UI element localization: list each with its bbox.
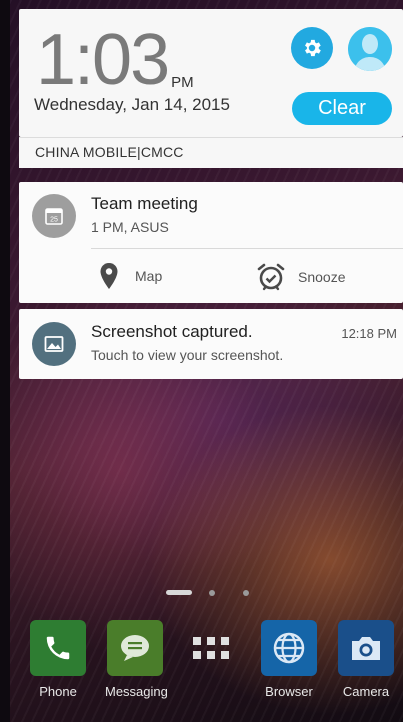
notification-team-meeting[interactable]: 25 Team meeting 1 PM, ASUS Map Snooze <box>19 182 403 303</box>
globe-icon <box>261 620 317 676</box>
snooze-action-button[interactable]: Snooze <box>256 262 345 292</box>
clock-ampm: PM <box>171 74 194 91</box>
user-icon <box>348 27 392 71</box>
page-indicator-current <box>166 590 192 595</box>
carrier-label: CHINA MOBILE|CMCC <box>35 144 184 160</box>
notification-title: Screenshot captured. <box>91 322 253 341</box>
camera-icon <box>338 620 394 676</box>
clock-time: 1:03 <box>36 20 170 100</box>
dock-app-browser[interactable]: Browser <box>259 620 319 699</box>
dock-label: Phone <box>39 684 77 699</box>
dock-app-camera[interactable]: Camera <box>336 620 396 699</box>
dock-label: Camera <box>342 684 390 699</box>
phone-icon <box>30 620 86 676</box>
screen-edge <box>0 0 10 722</box>
settings-button[interactable] <box>291 27 333 69</box>
all-apps-button[interactable] <box>193 637 231 661</box>
map-action-button[interactable]: Map <box>99 262 162 290</box>
calendar-day: 25 <box>50 217 58 224</box>
map-pin-icon <box>100 263 118 289</box>
notification-subtitle: 1 PM, ASUS <box>91 219 169 235</box>
notification-screenshot[interactable]: Screenshot captured. Touch to view your … <box>19 309 403 379</box>
page-indicator-dot <box>243 590 249 596</box>
dock-label: Messaging <box>105 684 168 699</box>
calendar-icon: 25 <box>32 194 76 238</box>
carrier-bar: CHINA MOBILE|CMCC <box>19 137 403 168</box>
map-action-label: Map <box>135 268 163 284</box>
notification-subtitle: Touch to view your screenshot. <box>91 347 284 363</box>
alarm-clock-icon <box>257 263 285 291</box>
dock-app-messaging[interactable]: Messaging <box>105 620 168 699</box>
divider <box>91 248 403 249</box>
snooze-action-label: Snooze <box>298 269 346 285</box>
clock: 1:03 PM <box>36 20 194 100</box>
user-avatar-button[interactable] <box>348 27 392 71</box>
gear-icon <box>305 39 321 57</box>
notification-time: 12:18 PM <box>341 326 397 341</box>
dock-label: Browser <box>265 684 313 699</box>
page-indicator-dot <box>209 590 215 596</box>
quick-settings-header: 1:03 PM Wednesday, Jan 14, 2015 Clear <box>19 9 403 137</box>
notification-title: Team meeting <box>91 194 198 213</box>
message-icon <box>107 620 163 676</box>
page-indicator <box>0 588 403 598</box>
dock-app-phone[interactable]: Phone <box>28 620 88 699</box>
date-label: Wednesday, Jan 14, 2015 <box>34 95 230 114</box>
clear-button[interactable]: Clear <box>292 92 392 125</box>
image-icon <box>32 322 76 366</box>
